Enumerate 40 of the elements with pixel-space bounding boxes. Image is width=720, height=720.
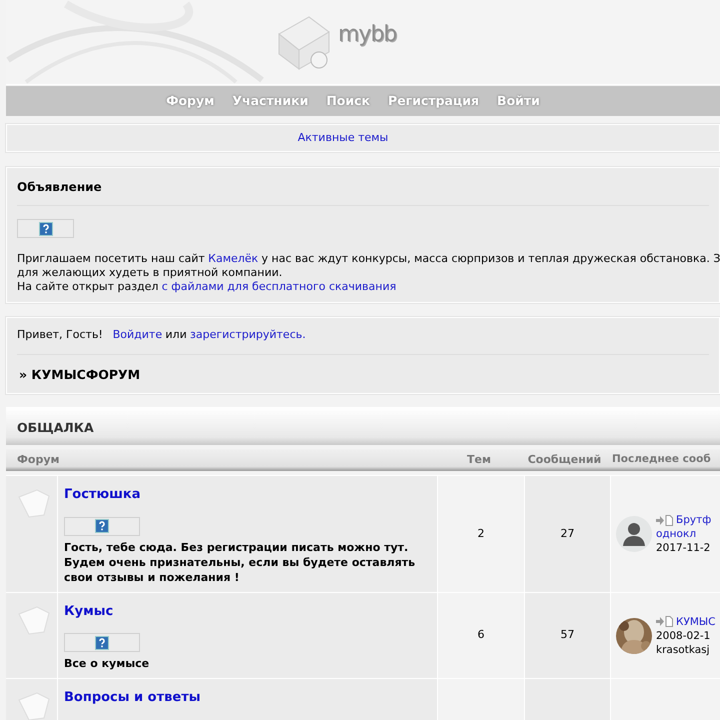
image-placeholder (17, 219, 74, 238)
go-to-post-icon[interactable] (656, 616, 673, 627)
link[interactable]: зарегистрируйтесь. (190, 327, 306, 344)
column-header: Форум (16, 452, 61, 468)
table-cell: 2 (438, 476, 524, 592)
breadcrumb-link[interactable]: » КУМЫСФОРУМ (17, 354, 709, 394)
link[interactable]: Камелёк (208, 252, 258, 266)
text: На сайте открыт раздел (17, 280, 158, 294)
link[interactable]: Войдите (112, 327, 162, 344)
forum-title[interactable]: Гостюшка (64, 487, 140, 502)
active-topics-link[interactable]: Активные темы (298, 130, 388, 146)
category-title: ОБЩАЛКА (17, 420, 94, 436)
forum-title[interactable]: Вопросы и ответы (64, 690, 200, 706)
link[interactable]: с файлами для бесплатного скачивания (162, 280, 396, 294)
table-cell: 57 (525, 592, 610, 678)
forum-icon (17, 691, 50, 720)
forum-description: Гость, тебе сюда. Без регистрации писать можно тут. Будем очень признательны, если вы будете оставлять свои отзывы и пожелания ! (64, 540, 416, 585)
table-cell: 6 (438, 592, 524, 678)
forum-description: Все о кумысе (64, 656, 150, 672)
announcement-title: Объявление (17, 168, 709, 206)
text: 2008-02-1 (656, 628, 710, 642)
column-header: Последнее сооб (611, 452, 711, 468)
go-to-post-icon[interactable] (656, 514, 673, 526)
text: Привет, Гость! (17, 327, 103, 343)
text: или (165, 327, 187, 343)
text: у нас вас ждут конкурсы, масса сюрпризов и теплая дружеская обстановка. З (262, 252, 720, 266)
link[interactable]: однокл (656, 527, 696, 541)
column-header: Тем (466, 452, 492, 468)
forum-icon (17, 604, 50, 635)
text: 2017-11-2 (656, 541, 710, 555)
table-cell: 27 (525, 476, 610, 592)
forum-icon (17, 488, 50, 518)
text: krasotkasj (656, 642, 710, 656)
logo: mybb (338, 21, 396, 49)
link[interactable]: КУМЫС (676, 614, 716, 628)
text: Приглашаем посетить наш сайт (17, 252, 205, 266)
link[interactable]: Брутф (676, 513, 712, 527)
text: для желающих худеть в приятной компании. (17, 266, 282, 280)
forum-title[interactable]: Кумыс (64, 604, 114, 619)
column-header: Сообщений (526, 452, 602, 468)
